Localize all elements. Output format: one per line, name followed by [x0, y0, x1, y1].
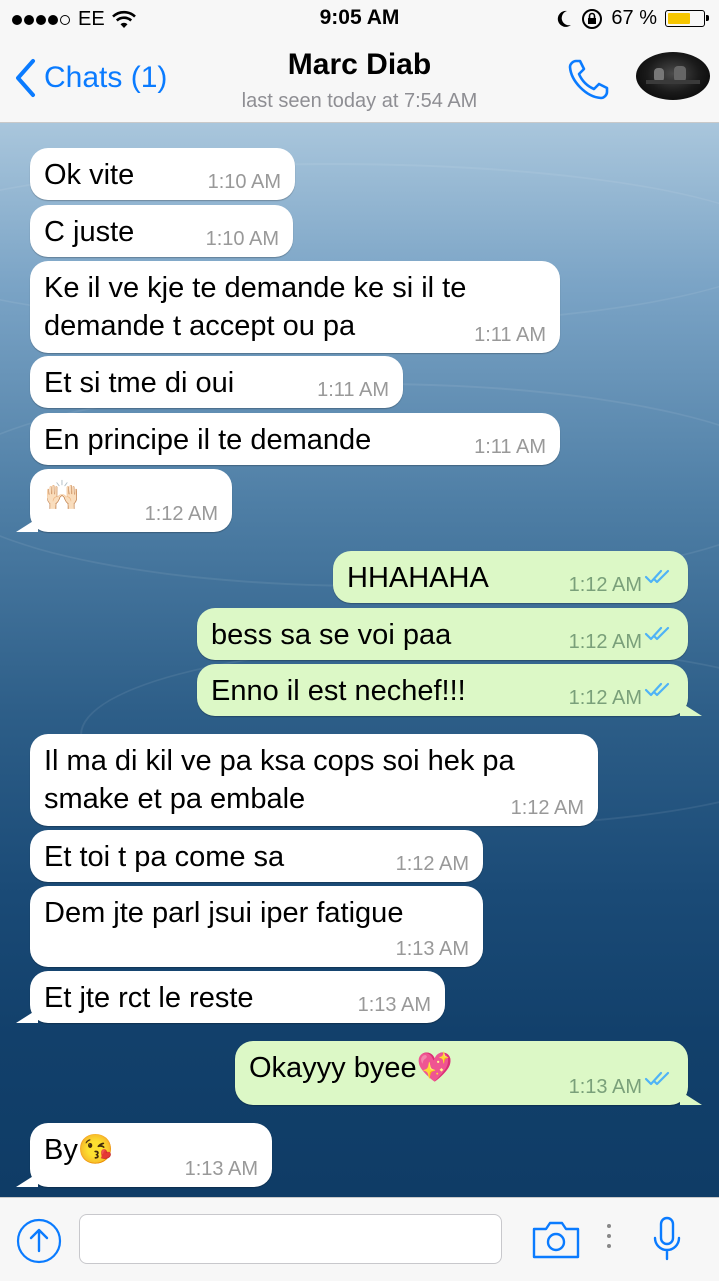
outgoing-message[interactable]: HHAHAHA 1:12 AM: [333, 551, 688, 603]
message-time: 1:12 AM: [395, 853, 469, 875]
outgoing-message[interactable]: bess sa se voi paa 1:12 AM: [197, 608, 688, 660]
incoming-message[interactable]: Et si tme di oui 1:11 AM: [30, 356, 403, 408]
message-text: smake et pa embale: [44, 783, 306, 815]
read-receipt-icon: [644, 556, 674, 594]
incoming-message[interactable]: Et jte rct le reste 1:13 AM: [16, 971, 445, 1023]
message-time: 1:12 AM: [568, 574, 642, 596]
bubble-tail: [16, 1173, 38, 1187]
bubble-tail: [680, 702, 702, 716]
contact-avatar[interactable]: [636, 52, 710, 100]
composer-bar: [0, 1197, 719, 1281]
message-time: 1:13 AM: [184, 1158, 258, 1180]
message-text: Il ma di kil ve pa ksa cops soi hek pa: [44, 745, 515, 777]
message-time: 1:13 AM: [568, 1076, 642, 1098]
status-right: 67 %: [555, 7, 709, 30]
read-receipt-icon: [644, 613, 674, 651]
rotation-lock-icon: [582, 8, 603, 29]
message-time: 1:12 AM: [510, 797, 584, 819]
message-time: 1:10 AM: [205, 228, 279, 250]
message-text: Ke il ve kje te demande ke si il te: [44, 272, 467, 304]
incoming-message[interactable]: By😘 1:13 AM: [16, 1123, 272, 1187]
outgoing-message[interactable]: Okayyy byee💖 1:13 AM: [235, 1041, 702, 1105]
message-text: En principe il te demande: [44, 424, 372, 456]
microphone-icon[interactable]: [651, 1216, 683, 1262]
message-input[interactable]: [79, 1214, 502, 1264]
incoming-message[interactable]: Ke il ve kje te demande ke si il te deman…: [30, 261, 560, 353]
outgoing-message[interactable]: Enno il est nechef!!! 1:12 AM: [197, 664, 702, 716]
message-time: 1:12 AM: [144, 503, 218, 525]
message-text: demande t accept ou pa: [44, 310, 356, 342]
read-receipt-icon: [644, 1058, 674, 1096]
incoming-message[interactable]: En principe il te demande 1:11 AM: [30, 413, 560, 465]
incoming-message[interactable]: 🙌🏻 1:12 AM: [16, 469, 232, 532]
message-text: Dem jte parl jsui iper fatigue: [44, 897, 404, 929]
incoming-message[interactable]: C juste 1:10 AM: [30, 205, 293, 257]
message-time: 1:13 AM: [395, 938, 469, 960]
incoming-message[interactable]: Ok vite 1:10 AM: [30, 148, 295, 200]
message-time: 1:11 AM: [474, 324, 546, 346]
chat-header: Chats (1) Marc Diab last seen today at 7…: [0, 40, 719, 123]
moon-icon: [558, 10, 572, 27]
read-receipt-icon: [644, 669, 674, 707]
message-time: 1:12 AM: [568, 631, 642, 653]
message-time: 1:11 AM: [474, 436, 546, 458]
incoming-message[interactable]: Et toi t pa come sa 1:12 AM: [30, 830, 483, 882]
bubble-tail: [16, 518, 38, 532]
status-bar: EE 9:05 AM 67 %: [0, 0, 719, 40]
phone-icon[interactable]: [566, 56, 612, 102]
incoming-message[interactable]: Il ma di kil ve pa ksa cops soi hek pa sm…: [30, 734, 598, 826]
incoming-message[interactable]: Dem jte parl jsui iper fatigue 1:13 AM: [30, 886, 483, 967]
upload-arrow-icon[interactable]: [16, 1218, 62, 1264]
message-time: 1:10 AM: [207, 171, 281, 193]
camera-icon[interactable]: [531, 1218, 581, 1260]
message-time: 1:13 AM: [357, 994, 431, 1016]
more-dots-icon[interactable]: [607, 1224, 611, 1254]
chat-area[interactable]: Ok vite 1:10 AM C juste 1:10 AM Ke il ve kje…: [0, 123, 719, 1197]
battery-percent: 67 %: [611, 7, 657, 29]
battery-icon: [665, 10, 709, 27]
bubble-tail: [680, 1091, 702, 1105]
bubble-tail: [16, 1009, 38, 1023]
message-time: 1:12 AM: [568, 687, 642, 709]
message-time: 1:11 AM: [317, 379, 389, 401]
